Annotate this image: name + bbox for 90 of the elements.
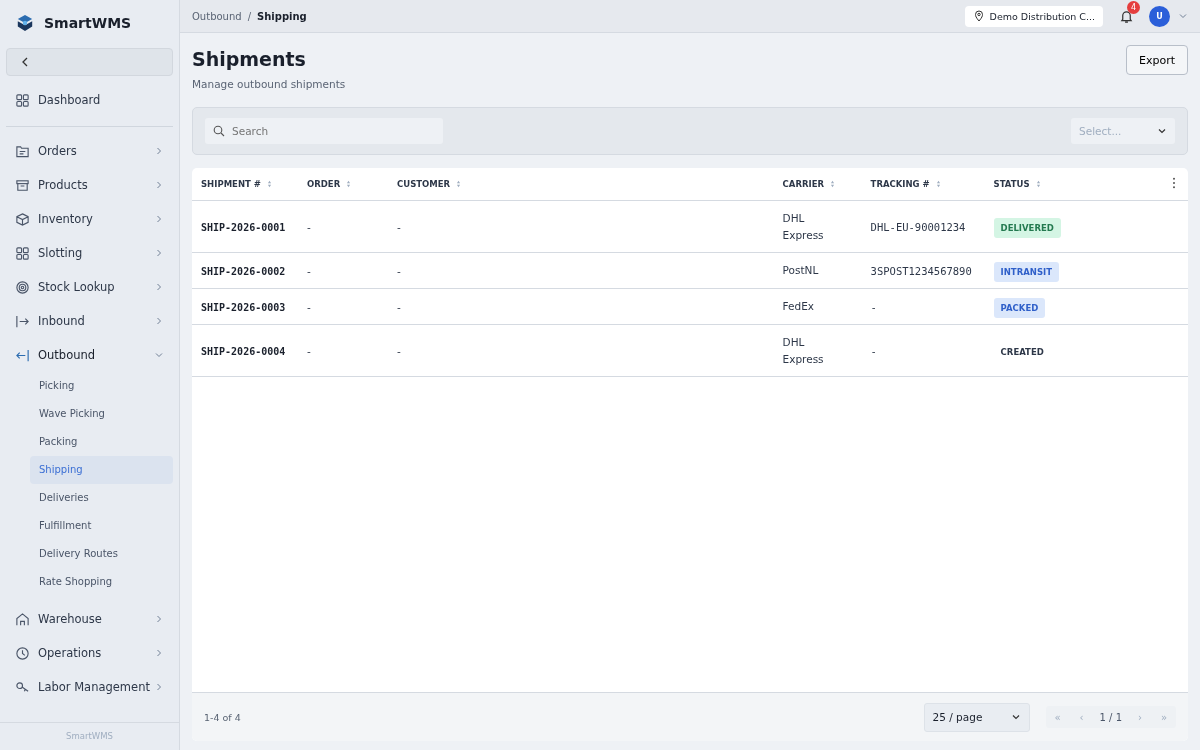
status-label: CREATED <box>999 345 1045 359</box>
breadcrumb-link[interactable]: Outbound <box>192 10 242 22</box>
table-cell: - <box>870 344 877 357</box>
table-cell: SHIP-2026-0003 <box>201 301 286 313</box>
sidebar-item[interactable]: Warehouse <box>6 602 173 636</box>
sidebar-subitem[interactable]: Delivery Routes <box>30 540 173 568</box>
archive-box-icon <box>15 177 30 193</box>
sort-icon[interactable] <box>935 180 941 188</box>
house-icon <box>15 611 30 627</box>
column-header[interactable]: SHIPMENT # <box>201 179 261 189</box>
table-cell: - <box>307 220 311 233</box>
breadcrumb-separator: / <box>247 10 251 22</box>
table-cell: - <box>397 344 401 357</box>
table-cell: - <box>870 300 877 313</box>
bell-icon[interactable] <box>1118 8 1134 24</box>
column-header[interactable]: TRACKING # <box>870 179 930 189</box>
site-selector[interactable]: Demo Distribution C... <box>964 5 1103 27</box>
sidebar-subitem[interactable]: Packing <box>30 428 173 456</box>
sidebar-item[interactable]: Labor Management <box>6 670 173 704</box>
sidebar-item[interactable]: Products <box>6 168 173 202</box>
sidebar-subitem[interactable]: Deliveries <box>30 484 173 512</box>
status-badge: INTRANSIT <box>993 261 1059 282</box>
table-cell: 3SPOST1234567890 <box>870 264 972 277</box>
key-icon <box>15 679 30 695</box>
status-badge: DELIVERED <box>993 217 1061 238</box>
table-cell: - <box>397 220 401 233</box>
column-header[interactable]: CUSTOMER <box>397 179 451 189</box>
sidebar-subitem[interactable]: Rate Shopping <box>30 568 173 596</box>
table-cell-text: DHL Express <box>782 210 825 243</box>
table-cell: SHIP-2026-0004 <box>201 345 286 357</box>
table-cell-text: FedEx <box>782 299 816 314</box>
sidebar-subitem[interactable]: Fulfillment <box>30 512 173 540</box>
collapse-button[interactable] <box>6 48 173 76</box>
column-header[interactable]: STATUS <box>993 179 1030 189</box>
sidebar-item[interactable]: Stock Lookup <box>6 270 173 304</box>
sidebar-item[interactable]: Inventory <box>6 202 173 236</box>
folder-icon <box>15 143 30 159</box>
sidebar-item[interactable]: Dashboard <box>6 83 173 117</box>
breadcrumb-link[interactable]: Shipping <box>257 10 307 22</box>
sidebar-subitem[interactable]: Shipping <box>30 456 173 484</box>
page-size-select[interactable]: 25 / page <box>923 702 1030 732</box>
cube-icon <box>15 211 30 227</box>
sidebar-item[interactable]: Outbound <box>6 338 173 372</box>
sort-icon[interactable] <box>830 180 835 188</box>
sort-icon[interactable] <box>456 180 462 188</box>
sidebar-item[interactable]: Inbound <box>6 304 173 338</box>
chevron-down-icon[interactable] <box>1178 11 1188 21</box>
sidebar-footer: SmartWMS <box>0 722 179 750</box>
sort-icon[interactable] <box>346 180 352 188</box>
table-cell: DHL-EU-90001234 <box>870 220 966 233</box>
user-avatar[interactable]: U <box>1149 5 1170 27</box>
export-button[interactable]: Export <box>1126 45 1188 75</box>
sidebar-subitem[interactable]: Wave Picking <box>30 400 173 428</box>
page-subtitle: Manage outbound shipments <box>192 78 346 90</box>
table-cell: SHIP-2026-0001 <box>201 221 286 233</box>
table-cell-text: DHL Express <box>782 334 825 367</box>
more-vertical-icon[interactable] <box>1172 177 1176 189</box>
column-header[interactable]: CARRIER <box>782 179 824 189</box>
sidebar-item[interactable]: Orders <box>6 134 173 168</box>
chevron-down-icon <box>1010 712 1021 722</box>
sidebar-subitem[interactable]: Picking <box>30 372 173 400</box>
sort-icon[interactable] <box>266 180 272 188</box>
page-indicator: 1 / 1 <box>1098 711 1123 723</box>
sidebar-item[interactable]: Slotting <box>6 236 173 270</box>
page-title: Shipments <box>192 48 307 70</box>
search-icon <box>213 125 225 137</box>
table-cell-text: PostNL <box>782 263 820 278</box>
table-cell: - <box>397 264 401 277</box>
sidebar-item[interactable]: Operations <box>6 636 173 670</box>
table-cell: SHIP-2026-0002 <box>201 265 286 277</box>
arrow-right-icon <box>15 313 30 329</box>
location-pin-icon <box>972 10 985 22</box>
target-icon <box>15 279 30 295</box>
table-cell: - <box>307 264 311 277</box>
notification-count: 4 <box>1127 1 1140 14</box>
status-badge: PACKED <box>993 297 1046 318</box>
result-count: 1-4 of 4 <box>204 711 241 723</box>
grid-icon <box>15 245 30 261</box>
app-name: SmartWMS <box>44 15 132 31</box>
grid-icon <box>15 92 30 108</box>
chevron-down-icon <box>1157 126 1167 136</box>
sort-icon[interactable] <box>1035 180 1041 188</box>
column-header[interactable]: ORDER <box>307 179 341 189</box>
arrow-left-icon <box>15 347 30 363</box>
table-cell: - <box>307 344 311 357</box>
search-field[interactable]: Search <box>205 118 443 144</box>
table-cell: - <box>307 300 311 313</box>
clock-icon <box>15 645 30 661</box>
logo-icon <box>16 14 34 32</box>
table-cell: - <box>397 300 401 313</box>
